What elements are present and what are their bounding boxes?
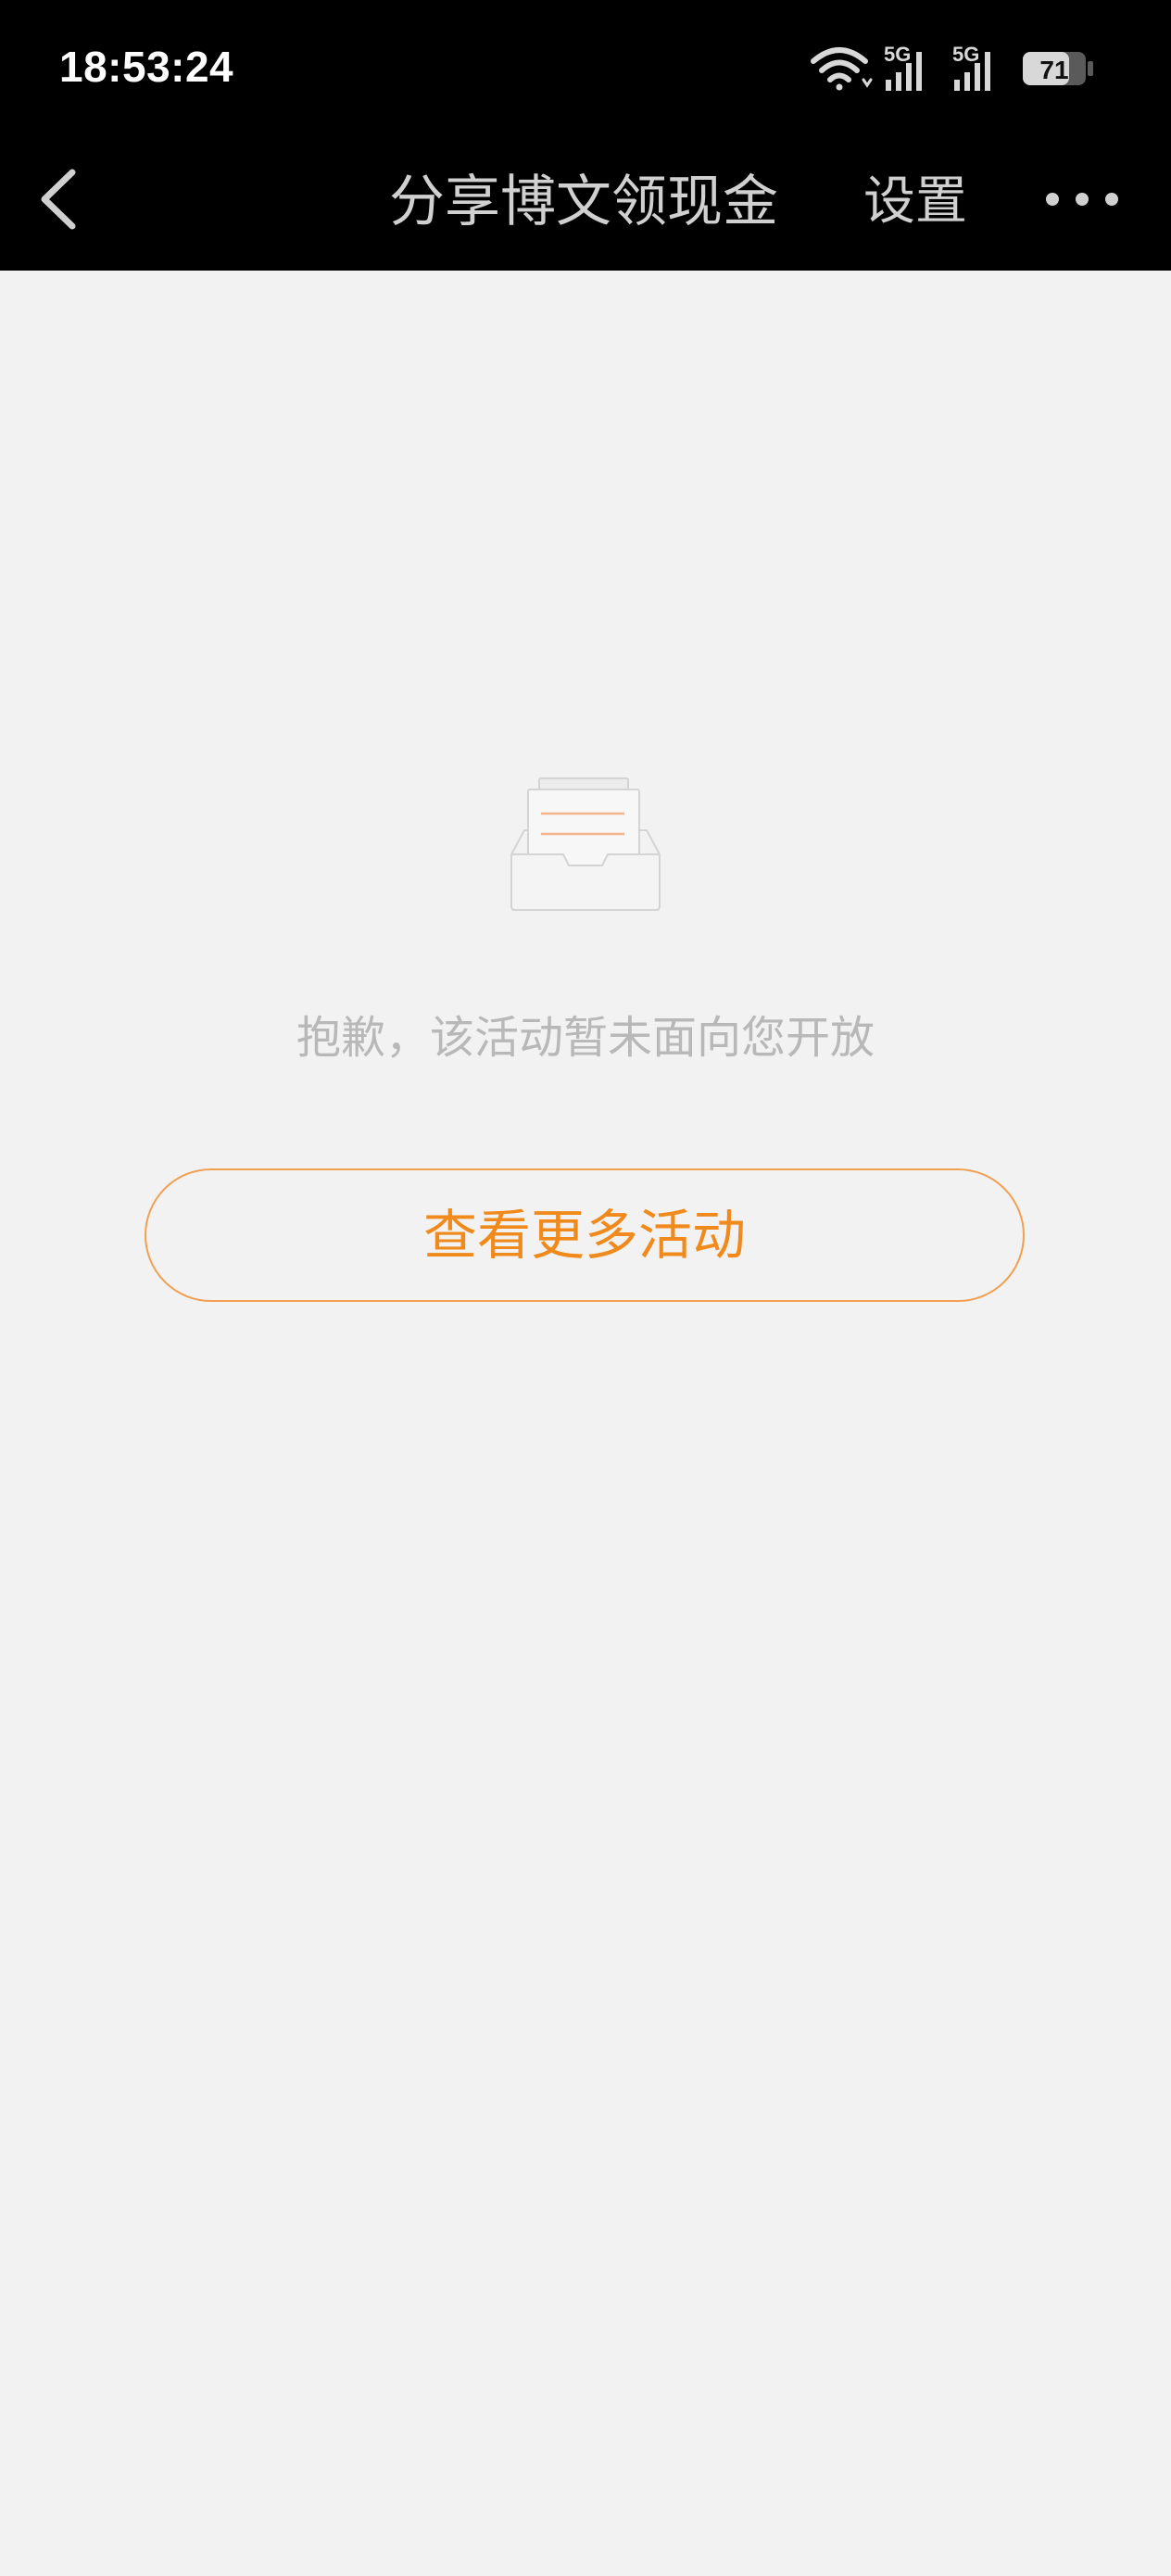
back-button[interactable] bbox=[26, 158, 93, 241]
more-dots-icon bbox=[1046, 193, 1118, 206]
chevron-left-icon bbox=[41, 169, 76, 230]
network-type-label: 5G bbox=[952, 43, 979, 66]
battery-level: 71 bbox=[1039, 56, 1068, 84]
battery-icon: 71 bbox=[1023, 52, 1093, 85]
page-title: 分享博文领现金 bbox=[389, 170, 778, 234]
view-more-activities-button[interactable]: 查看更多活动 bbox=[145, 1168, 1025, 1302]
cellular-signal-icon: 5G bbox=[952, 43, 990, 91]
empty-state-message: 抱歉，该活动暂未面向您开放 bbox=[296, 1012, 875, 1064]
empty-inbox-icon bbox=[510, 777, 661, 912]
settings-button[interactable]: 设置 bbox=[863, 165, 967, 239]
status-icons: 5G 5G 71 bbox=[808, 41, 1104, 96]
top-bar: 18:53:24 5G 5G 71 分享博文领现金 设置 bbox=[0, 0, 1171, 271]
network-type-label: 5G bbox=[884, 43, 911, 66]
more-button[interactable] bbox=[1038, 176, 1127, 222]
wifi-icon bbox=[811, 47, 873, 91]
status-time: 18:53:24 bbox=[59, 43, 234, 91]
cellular-signal-icon: 5G bbox=[884, 43, 922, 91]
